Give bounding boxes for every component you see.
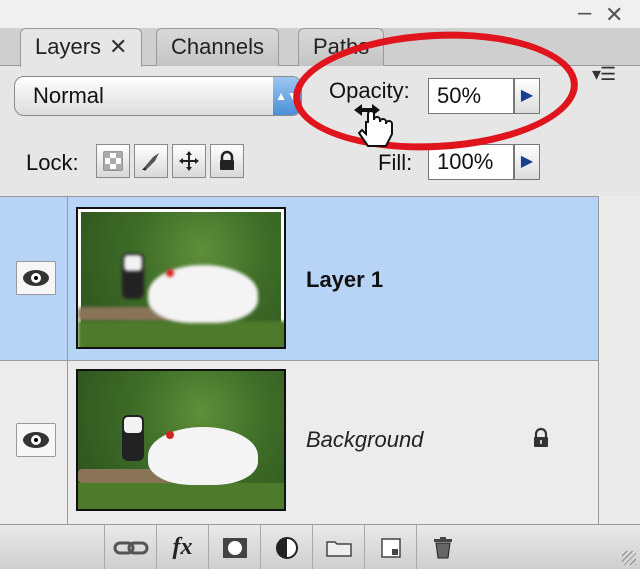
layer-name[interactable]: Background bbox=[306, 427, 423, 453]
bottom-toolbar: fx bbox=[0, 524, 640, 569]
lock-image-pixels-icon[interactable] bbox=[134, 144, 168, 178]
lock-all-icon[interactable] bbox=[210, 144, 244, 178]
fx-icon[interactable]: fx bbox=[156, 525, 208, 569]
visibility-cell bbox=[0, 197, 68, 360]
fill-label[interactable]: Fill: bbox=[378, 150, 412, 176]
tab-channels-label: Channels bbox=[171, 34, 264, 59]
close-icon[interactable]: ✕ bbox=[605, 4, 623, 26]
tab-channels[interactable]: Channels bbox=[156, 28, 279, 66]
group-folder-icon[interactable] bbox=[312, 525, 364, 569]
layer-mask-icon[interactable] bbox=[208, 525, 260, 569]
lock-transparent-pixels-icon[interactable] bbox=[96, 144, 130, 178]
adjustment-layer-icon[interactable] bbox=[260, 525, 312, 569]
layers-list: Layer 1 Background bbox=[0, 196, 598, 525]
tab-layers[interactable]: Layers ✕ bbox=[20, 28, 143, 67]
fill-slider-arrow-icon[interactable]: ▶ bbox=[514, 144, 540, 180]
layer-thumbnail[interactable] bbox=[76, 207, 286, 349]
tab-close-icon[interactable]: ✕ bbox=[109, 34, 127, 59]
blend-mode-select[interactable]: Normal ▲▼ bbox=[14, 76, 302, 116]
layers-panel: – ✕ Layers ✕ Channels Paths ▾☰ Normal ▲▼ … bbox=[0, 0, 640, 569]
eye-icon[interactable] bbox=[16, 261, 56, 295]
new-layer-icon[interactable] bbox=[364, 525, 416, 569]
fx-label: fx bbox=[172, 534, 193, 560]
window-title-strip: – ✕ bbox=[0, 0, 640, 30]
visibility-cell bbox=[0, 361, 68, 524]
scrubby-hand-cursor-icon bbox=[354, 104, 393, 147]
lock-label: Lock: bbox=[26, 150, 79, 175]
panel-menu-icon[interactable]: ▾☰ bbox=[592, 64, 616, 85]
link-layers-icon[interactable] bbox=[104, 525, 156, 569]
layer-thumbnail[interactable] bbox=[76, 369, 286, 511]
trash-icon[interactable] bbox=[416, 525, 468, 569]
layer-row-layer-1[interactable]: Layer 1 bbox=[0, 197, 598, 361]
resize-grip[interactable] bbox=[622, 551, 636, 565]
layer-name[interactable]: Layer 1 bbox=[306, 267, 383, 293]
eye-icon[interactable] bbox=[16, 423, 56, 457]
tab-layers-label: Layers bbox=[35, 34, 102, 59]
lock-position-icon[interactable] bbox=[172, 144, 206, 178]
blend-mode-value: Normal bbox=[33, 83, 104, 108]
scrollbar[interactable] bbox=[598, 196, 640, 524]
layer-row-background[interactable]: Background bbox=[0, 361, 598, 525]
lock-icon bbox=[534, 427, 548, 447]
minimize-icon[interactable]: – bbox=[578, 1, 591, 25]
